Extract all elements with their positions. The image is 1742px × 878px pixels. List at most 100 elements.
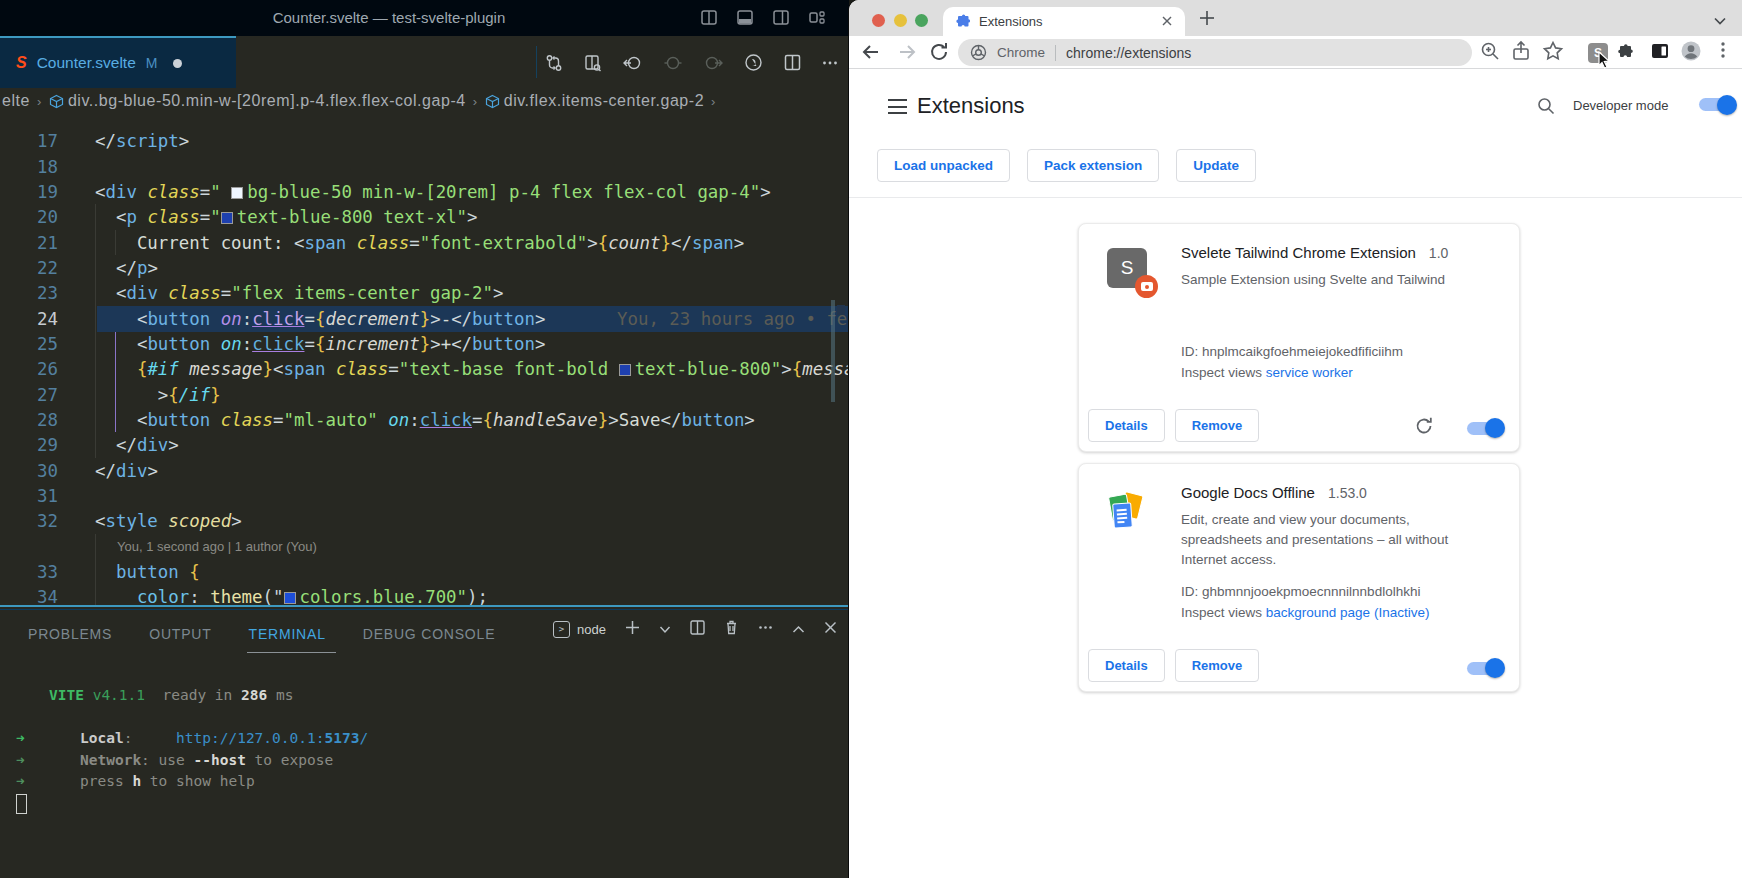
card-button-details[interactable]: Details	[1088, 409, 1165, 442]
color-decorator[interactable]	[619, 364, 631, 376]
back-button[interactable]	[859, 40, 883, 68]
code-text: {#if message}<span class="text-base font…	[95, 356, 849, 382]
shell-label: node	[577, 622, 606, 637]
editor-scrollbar[interactable]	[831, 300, 835, 402]
code-text: <button on:click={increment}>+</button>	[95, 331, 545, 357]
customize-layout-icon[interactable]	[809, 10, 826, 25]
chrome-tab-extensions[interactable]: Extensions	[943, 7, 1185, 36]
avatar[interactable]	[1680, 40, 1702, 66]
nav-forward-icon	[703, 54, 723, 76]
new-terminal-icon[interactable]	[625, 620, 640, 639]
extension-enabled-toggle[interactable]	[1467, 422, 1502, 435]
bookmark-star-icon[interactable]	[1542, 40, 1564, 66]
inspect-views-link[interactable]: background page (Inactive)	[1266, 605, 1430, 620]
line-number: 21	[0, 230, 58, 256]
zoom-window-button[interactable]	[915, 14, 928, 27]
breadcrumb-item[interactable]: div..bg-blue-50.min-w-[20rem].p-4.flex.f…	[68, 92, 466, 110]
code-line: 31	[0, 483, 849, 509]
menu-hamburger-icon[interactable]	[888, 99, 907, 114]
inspect-views-link[interactable]: service worker	[1266, 365, 1353, 380]
code-line: 17</script>	[0, 128, 849, 154]
active-tab-underline	[247, 652, 336, 653]
toggle-sidebar-icon[interactable]	[773, 10, 789, 25]
color-decorator[interactable]	[231, 187, 243, 199]
chrome-menu-icon[interactable]	[1713, 40, 1733, 64]
close-tab-icon[interactable]	[1159, 13, 1175, 33]
split-terminal-icon[interactable]	[690, 620, 705, 639]
search-icon[interactable]	[1536, 96, 1556, 120]
vscode-titlebar: Counter.svelte — test-svelte-plugin	[0, 0, 849, 36]
layout-columns-icon[interactable]	[701, 10, 717, 25]
code-line: 18	[0, 154, 849, 180]
panel-tab-problems[interactable]: PROBLEMS	[28, 619, 112, 649]
panel-more-icon[interactable]	[758, 620, 773, 639]
chevron-right-icon: ›	[37, 94, 42, 109]
extension-version: 1.53.0	[1328, 485, 1367, 501]
terminal-dropdown-icon[interactable]	[659, 620, 671, 638]
developer-mode-toggle[interactable]	[1699, 98, 1734, 111]
panel-tab-terminal[interactable]: TERMINAL	[249, 619, 326, 649]
divider	[536, 46, 537, 78]
tab-search-chevron-icon[interactable]	[1713, 12, 1727, 30]
action-button-pack-extension[interactable]: Pack extension	[1027, 149, 1159, 182]
panel-tab-output[interactable]: OUTPUT	[149, 619, 211, 649]
color-decorator[interactable]	[221, 212, 233, 224]
panel-tab-debug-console[interactable]: DEBUG CONSOLE	[363, 619, 496, 649]
forward-button[interactable]	[895, 40, 919, 68]
extension-name: Google Docs Offline1.53.0	[1181, 484, 1367, 502]
extension-enabled-toggle[interactable]	[1467, 662, 1502, 675]
git-compare-icon[interactable]	[545, 54, 563, 76]
close-panel-icon[interactable]	[824, 620, 837, 638]
breadcrumb-item[interactable]: elte	[2, 92, 30, 110]
pinned-extension-area: S	[1580, 39, 1645, 66]
panel: PROBLEMS OUTPUT TERMINAL DEBUG CONSOLE > no…	[0, 605, 849, 878]
address-bar[interactable]: Chrome chrome://extensions	[958, 39, 1472, 66]
code-text: <button class="ml-auto" on:click={handle…	[95, 407, 755, 433]
code-text: </script>	[95, 128, 189, 154]
breadcrumb-item[interactable]: div.flex.items-center.gap-2	[504, 92, 704, 110]
codelens-blame[interactable]: You, 1 second ago | 1 author (You)	[117, 534, 317, 560]
line-number: 19	[0, 179, 58, 205]
code-editor[interactable]: 17</script>1819<div class=" bg-blue-50 m…	[0, 112, 849, 605]
close-window-button[interactable]	[872, 14, 885, 27]
toggle-panel-icon[interactable]	[737, 10, 753, 25]
code-line: 32<style scoped>	[0, 508, 849, 534]
code-line: 33 button {	[0, 559, 849, 585]
maximize-panel-icon[interactable]	[792, 620, 805, 638]
split-editor-icon[interactable]	[784, 54, 801, 75]
share-icon[interactable]	[1510, 40, 1532, 66]
divider	[0, 609, 849, 610]
site-settings-icon[interactable]	[970, 44, 987, 61]
reload-button[interactable]	[927, 40, 951, 68]
tab-counter-svelte[interactable]: S Counter.svelte M	[0, 36, 236, 88]
action-button-update[interactable]: Update	[1176, 149, 1256, 182]
extension-version: 1.0	[1429, 245, 1448, 261]
code-line: 25 <button on:click={increment}>+</butto…	[0, 331, 849, 357]
line-number: 26	[0, 356, 58, 382]
card-button-remove[interactable]: Remove	[1175, 409, 1260, 442]
more-actions-icon[interactable]	[822, 55, 838, 75]
nav-back-icon[interactable]	[623, 54, 643, 76]
unsaved-dot-icon	[173, 59, 182, 68]
color-decorator[interactable]	[284, 592, 296, 604]
terminal-arrow: ➜	[16, 728, 25, 750]
reload-extension-icon[interactable]	[1414, 416, 1434, 440]
inspect-views: Inspect views background page (Inactive)	[1181, 604, 1429, 622]
card-button-remove[interactable]: Remove	[1175, 649, 1260, 682]
action-button-load-unpacked[interactable]: Load unpacked	[877, 149, 1010, 182]
open-changes-icon[interactable]	[584, 54, 602, 76]
code-line: 19<div class=" bg-blue-50 min-w-[20rem] …	[0, 179, 849, 205]
code-line: 30</div>	[0, 458, 849, 484]
kill-terminal-icon[interactable]	[724, 619, 739, 639]
zoom-icon[interactable]	[1479, 40, 1501, 66]
new-tab-button[interactable]	[1195, 6, 1219, 34]
side-panel-icon[interactable]	[1649, 40, 1671, 66]
code-text: </div>	[95, 458, 158, 484]
extensions-menu-icon[interactable]	[1616, 43, 1636, 67]
terminal-shell-select[interactable]: > node	[553, 621, 606, 638]
minimize-window-button[interactable]	[894, 14, 907, 27]
git-modified-badge: M	[146, 55, 158, 71]
line-number: 22	[0, 255, 58, 281]
run-icon[interactable]	[744, 53, 763, 76]
card-button-details[interactable]: Details	[1088, 649, 1165, 682]
